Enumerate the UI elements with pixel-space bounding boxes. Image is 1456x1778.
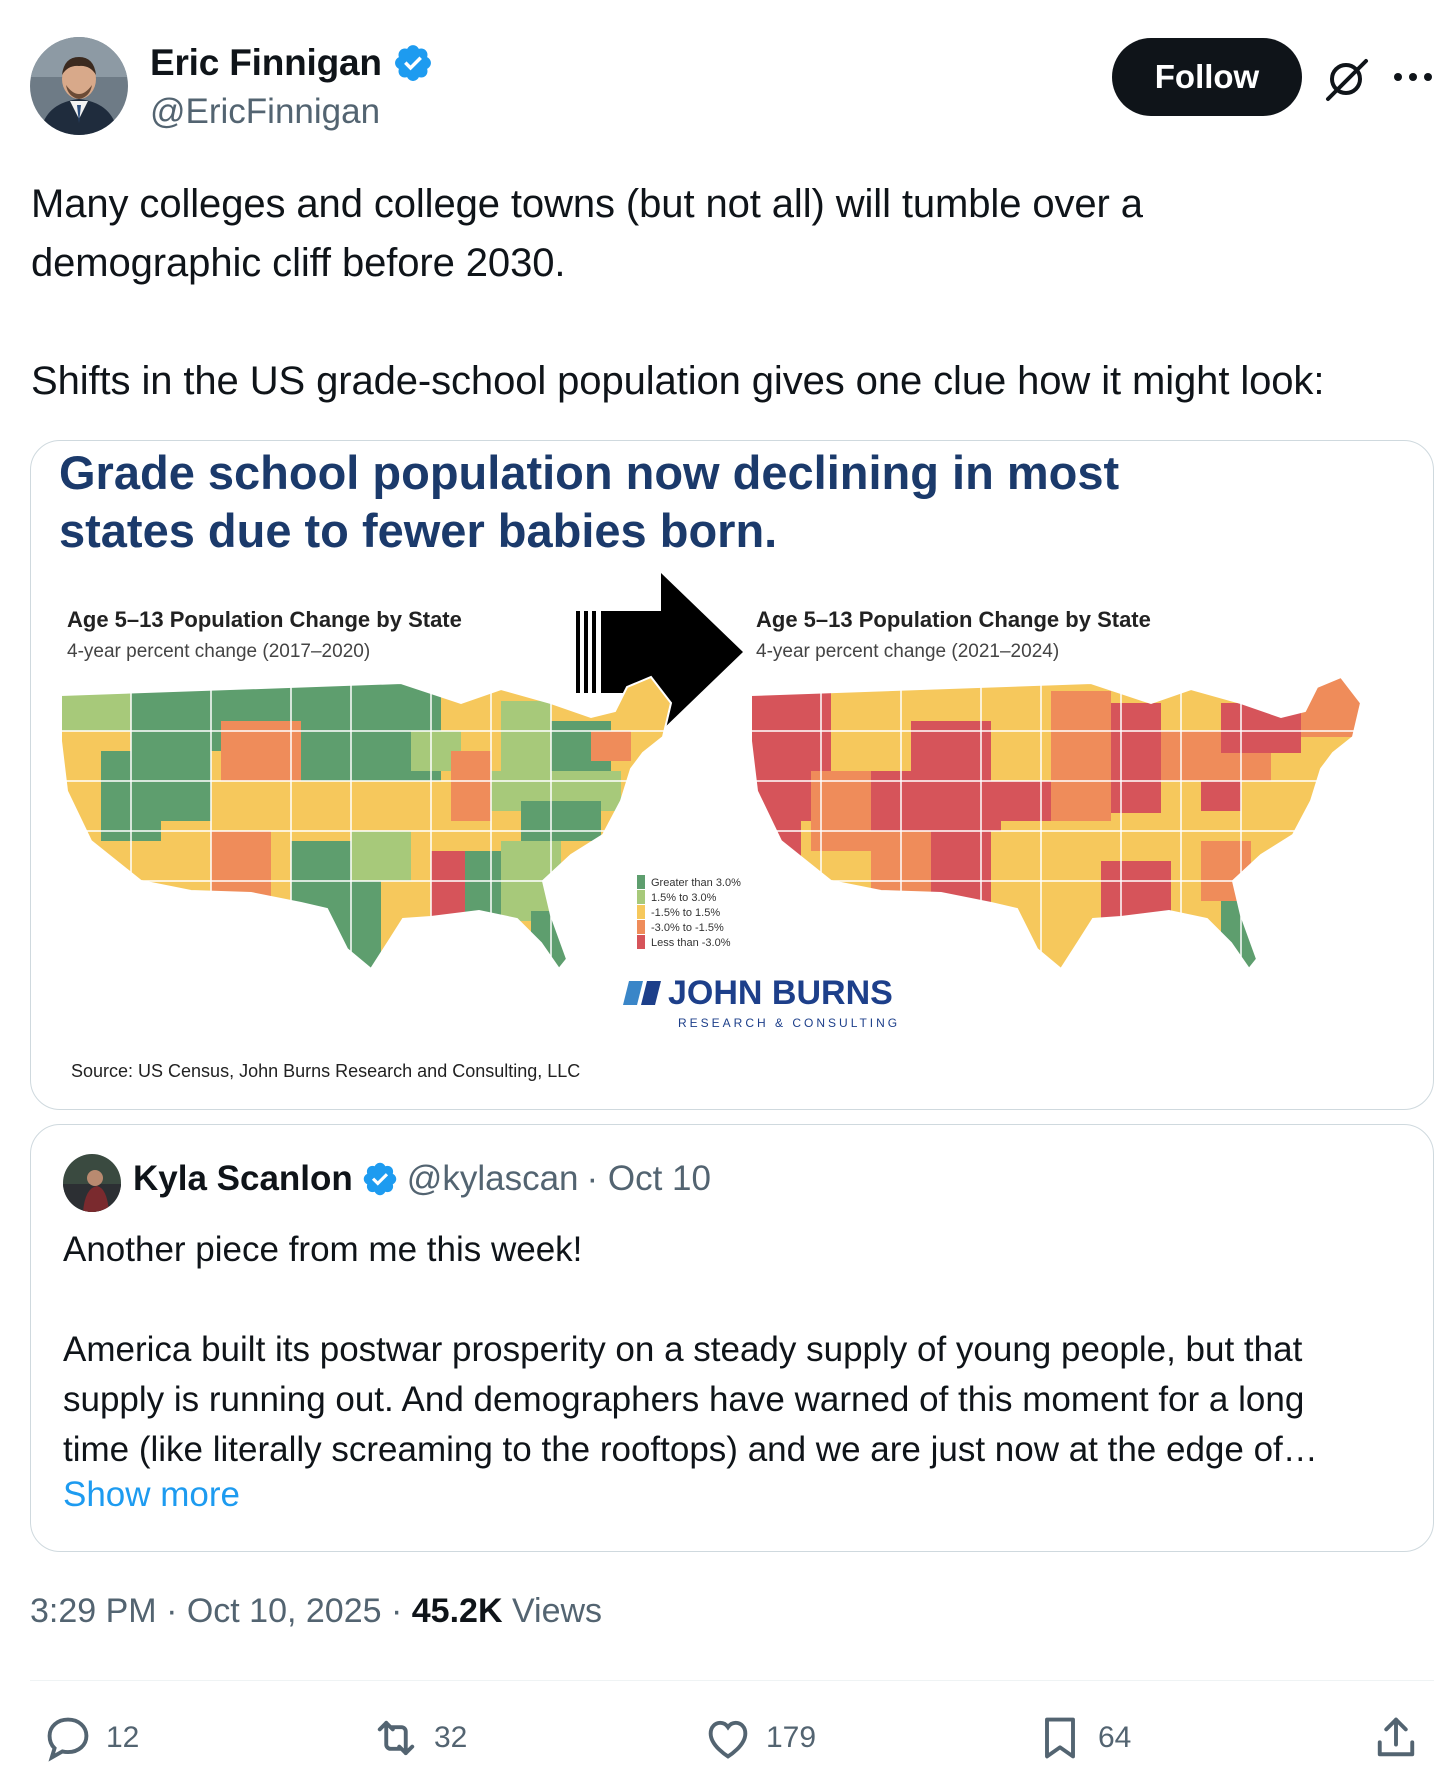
views-label: Views [511,1592,603,1630]
share-icon [1377,1717,1415,1757]
verified-badge-icon [394,45,431,81]
tweet-date[interactable]: · Oct 10, 2025 · [166,1592,402,1630]
divider [30,1680,1434,1681]
left-us-map [60,675,673,971]
heart-icon [708,1720,748,1759]
tweet-text: Many colleges and college towns (but not… [31,182,1325,403]
bookmark-button[interactable]: 64 [1034,1712,1131,1764]
left-map-subtitle: 4-year percent change (2017–2020) [67,641,370,662]
author-name-row: Eric Finnigan [150,42,434,84]
quoted-handle[interactable]: @kylascan [407,1159,579,1199]
brand-subtitle: RESEARCH & CONSULTING [678,1016,900,1030]
tweet: Eric Finnigan @EricFinnigan Follow Many … [0,0,1456,1778]
legend-label: 1.5% to 3.0% [651,892,717,904]
repost-button[interactable]: 32 [370,1712,467,1764]
share-button[interactable] [1370,1712,1422,1764]
grok-icon[interactable] [1322,55,1370,103]
infographic-source: Source: US Census, John Burns Research a… [71,1061,580,1081]
reply-count: 12 [106,1721,140,1754]
quoted-text: Another piece from me this week! America… [63,1230,1318,1469]
legend-label: -1.5% to 1.5% [651,907,720,919]
map-legend: Greater than 3.0% 1.5% to 3.0% -1.5% to … [637,875,741,949]
infographic-headline-2: states due to fewer babies born. [59,504,777,557]
reply-icon [47,1717,89,1762]
repost-count: 32 [434,1721,468,1754]
legend-label: -3.0% to -1.5% [651,922,724,934]
right-map-title: Age 5–13 Population Change by State [756,607,1151,632]
tweet-media-image[interactable]: Grade school population now declining in… [30,440,1434,1110]
right-us-map [750,675,1363,971]
show-more-link[interactable]: Show more [63,1475,240,1515]
tweet-meta: 3:29 PM · Oct 10, 2025 · 45.2K Views [30,1592,602,1631]
quoted-display-name[interactable]: Kyla Scanlon [133,1159,353,1199]
bookmark-count: 64 [1098,1721,1132,1754]
tweet-time[interactable]: 3:29 PM [30,1592,157,1630]
reply-button[interactable]: 12 [42,1712,139,1764]
more-options-icon[interactable] [1390,62,1436,92]
author-handle[interactable]: @EricFinnigan [150,92,380,132]
like-button[interactable]: 179 [702,1712,816,1764]
left-map-title: Age 5–13 Population Change by State [67,607,462,632]
views-count: 45.2K [411,1592,503,1630]
legend-label: Greater than 3.0% [651,877,741,889]
quoted-author-avatar[interactable] [63,1154,121,1212]
quoted-date[interactable]: · Oct 10 [587,1159,711,1199]
author-display-name[interactable]: Eric Finnigan [150,42,382,84]
quoted-author-row: Kyla Scanlon @kylascan · Oct 10 [133,1159,711,1199]
infographic: Grade school population now declining in… [59,446,1363,1081]
infographic-headline-1: Grade school population now declining in… [59,446,1119,499]
repost-icon [377,1720,415,1756]
quoted-tweet[interactable]: Kyla Scanlon @kylascan · Oct 10 Another … [30,1124,1434,1552]
like-count: 179 [766,1721,817,1754]
right-map-subtitle: 4-year percent change (2021–2024) [756,641,1059,662]
brand-name: JOHN BURNS [668,974,893,1012]
john-burns-logo: JOHN BURNS RESEARCH & CONSULTING [623,974,900,1030]
follow-button[interactable]: Follow [1112,38,1302,116]
verified-badge-icon [363,1162,397,1196]
bookmark-icon [1045,1717,1075,1759]
author-avatar[interactable] [30,37,128,135]
legend-label: Less than -3.0% [651,937,731,949]
